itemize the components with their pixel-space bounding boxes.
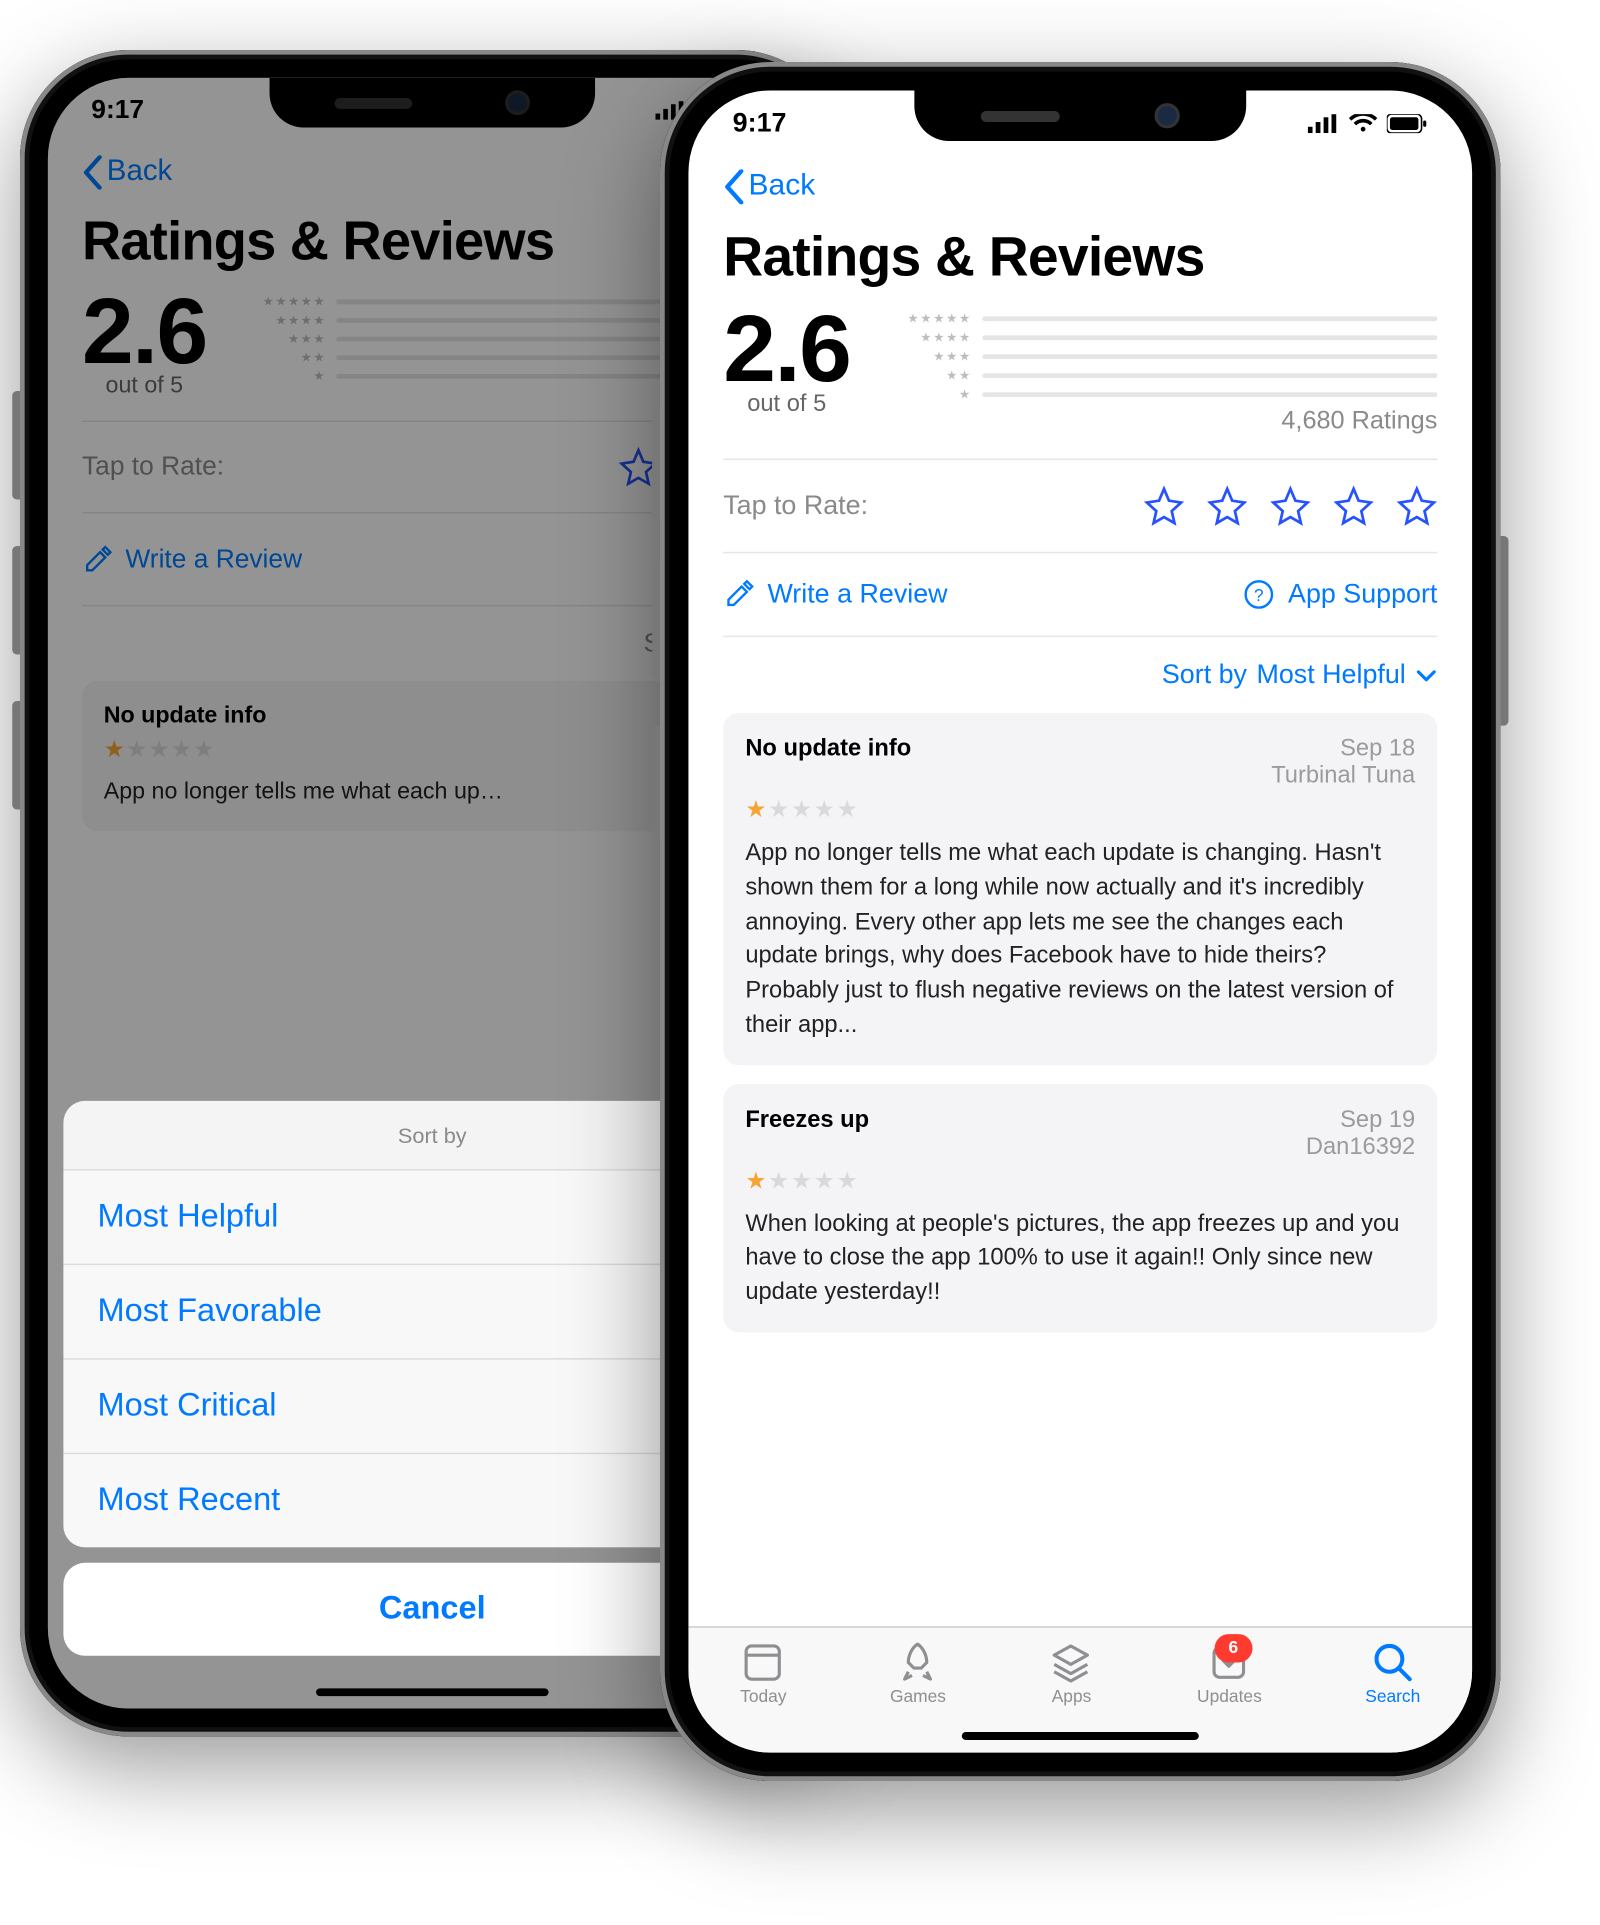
back-button[interactable]: Back xyxy=(723,169,1437,204)
review-card[interactable]: Freezes up Sep 19 Dan16392 ★★★★★ When lo… xyxy=(723,1083,1437,1331)
review-date: Sep 19 xyxy=(1306,1106,1415,1133)
compose-icon xyxy=(723,579,755,611)
tab-label: Today xyxy=(740,1688,786,1707)
signal-icon xyxy=(1308,114,1340,133)
tab-updates[interactable]: 6 Updates xyxy=(1197,1640,1262,1706)
svg-text:?: ? xyxy=(1255,586,1265,605)
rating-score: 2.6 xyxy=(723,302,850,397)
tab-label: Updates xyxy=(1197,1688,1262,1707)
rate-star-icon[interactable] xyxy=(1143,485,1184,526)
write-review-label: Write a Review xyxy=(767,579,947,611)
tap-to-rate-label: Tap to Rate: xyxy=(723,490,868,522)
updates-badge: 6 xyxy=(1214,1634,1252,1662)
tab-games[interactable]: Games xyxy=(890,1640,946,1706)
tap-to-rate-stars[interactable] xyxy=(1143,485,1437,526)
tab-today[interactable]: Today xyxy=(740,1640,786,1706)
notch xyxy=(914,90,1246,141)
tab-apps[interactable]: Apps xyxy=(1049,1640,1093,1706)
help-icon: ? xyxy=(1244,579,1276,611)
review-date: Sep 18 xyxy=(1271,735,1415,762)
chevron-left-icon xyxy=(723,169,745,204)
rocket-icon xyxy=(896,1640,940,1684)
review-body: When looking at people's pictures, the a… xyxy=(745,1207,1415,1310)
review-body: App no longer tells me what each update … xyxy=(745,836,1415,1042)
tab-label: Apps xyxy=(1052,1688,1092,1707)
rating-distribution-chart: ★★★★★ ★★★★ ★★★ ★★ ★ 4,680 Ratings xyxy=(876,302,1438,436)
rating-count: 4,680 Ratings xyxy=(876,408,1438,436)
chevron-down-icon xyxy=(1415,664,1437,686)
tab-label: Games xyxy=(890,1688,946,1707)
wifi-icon xyxy=(1349,114,1377,133)
review-author: Dan16392 xyxy=(1306,1132,1415,1159)
page-title: Ratings & Reviews xyxy=(723,226,1437,289)
sort-prefix: Sort by xyxy=(1162,659,1247,691)
review-rating-stars: ★★★★★ xyxy=(745,795,1415,823)
app-support-button[interactable]: ? App Support xyxy=(1244,579,1438,611)
rate-star-icon[interactable] xyxy=(1396,485,1437,526)
rate-star-icon[interactable] xyxy=(1333,485,1374,526)
review-rating-stars: ★★★★★ xyxy=(745,1166,1415,1194)
review-card[interactable]: No update info Sep 18 Turbinal Tuna ★★★★… xyxy=(723,713,1437,1065)
tab-label: Search xyxy=(1365,1688,1420,1707)
tab-search[interactable]: Search xyxy=(1365,1640,1420,1706)
rate-star-icon[interactable] xyxy=(1270,485,1311,526)
phone-right-frame: 9:17 Back Ratings & Reviews 2.6 out of 5 xyxy=(660,62,1501,1781)
review-author: Turbinal Tuna xyxy=(1271,762,1415,789)
sort-button[interactable]: Sort by Most Helpful xyxy=(723,637,1437,713)
battery-icon xyxy=(1387,114,1428,133)
search-icon xyxy=(1371,1640,1415,1684)
write-review-button[interactable]: Write a Review xyxy=(723,579,947,611)
status-time: 9:17 xyxy=(733,108,787,140)
today-icon xyxy=(741,1640,785,1684)
back-label: Back xyxy=(748,169,815,204)
rate-star-icon[interactable] xyxy=(1207,485,1248,526)
sort-current: Most Helpful xyxy=(1256,659,1405,691)
layers-icon xyxy=(1049,1640,1093,1684)
review-title: Freezes up xyxy=(745,1106,869,1160)
app-support-label: App Support xyxy=(1288,579,1437,611)
review-title: No update info xyxy=(745,735,911,789)
home-indicator[interactable] xyxy=(962,1732,1199,1740)
rating-summary: 2.6 out of 5 ★★★★★ ★★★★ ★★★ ★★ ★ 4,680 R… xyxy=(723,302,1437,460)
